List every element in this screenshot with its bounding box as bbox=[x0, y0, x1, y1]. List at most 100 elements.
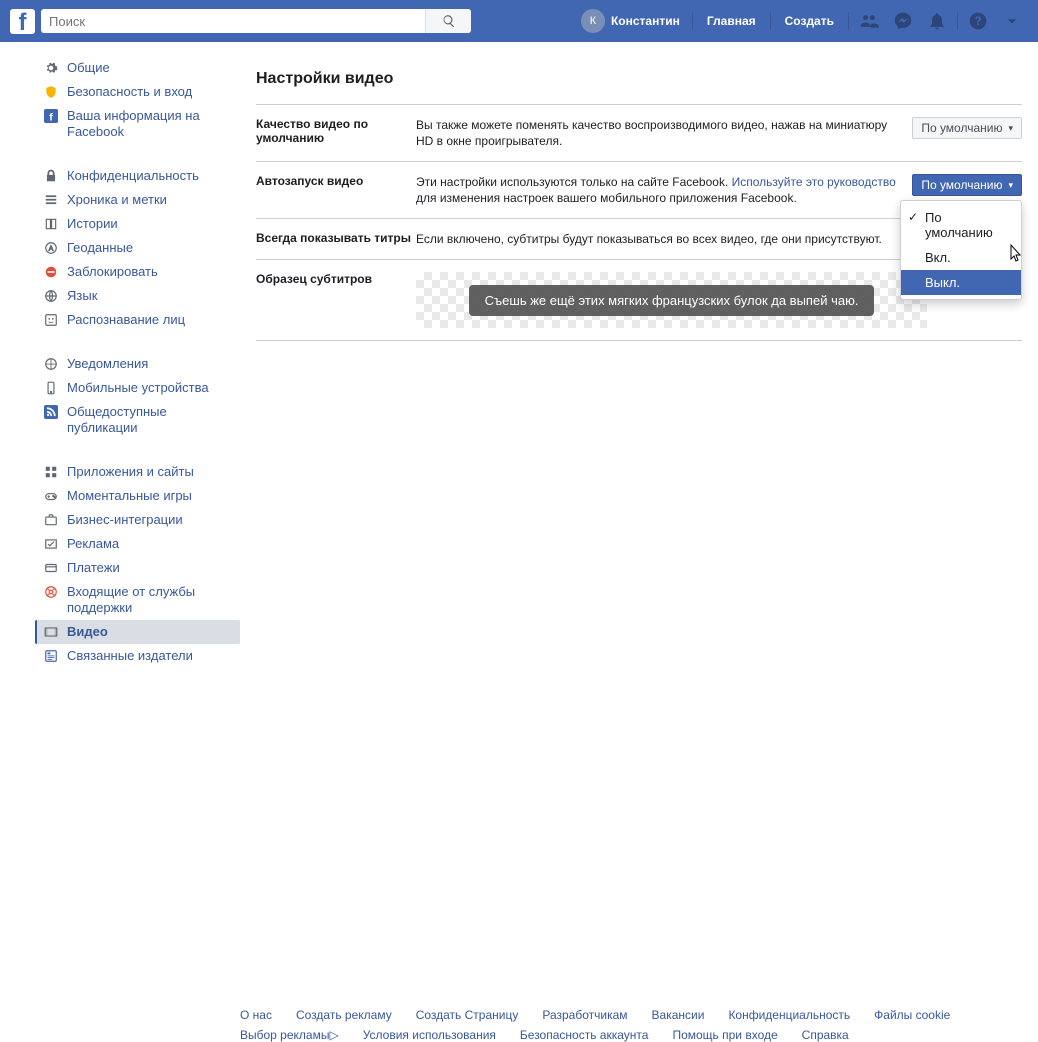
sidebar-item[interactable]: Распознавание лиц bbox=[35, 308, 240, 332]
page-title: Настройки видео bbox=[256, 70, 1022, 88]
settings-main: Настройки видео Качество видео по умолча… bbox=[240, 52, 1038, 688]
sidebar-item[interactable]: Бизнес-интеграции bbox=[35, 508, 240, 532]
sidebar-item[interactable]: Общие bbox=[35, 56, 240, 80]
sidebar-item-label: Ваша информация на Facebook bbox=[67, 108, 234, 140]
search-bar bbox=[41, 9, 471, 33]
quality-dropdown[interactable]: По умолчанию ▾ bbox=[912, 117, 1022, 139]
sidebar-item-label: Моментальные игры bbox=[67, 488, 192, 504]
book-icon bbox=[43, 216, 59, 232]
lock-icon bbox=[43, 168, 59, 184]
setting-label: Качество видео по умолчанию bbox=[256, 117, 416, 145]
search-input[interactable] bbox=[41, 10, 425, 32]
autoplay-dropdown-menu: По умолчанию Вкл. Выкл. bbox=[900, 200, 1022, 300]
footer-link[interactable]: О нас bbox=[240, 1008, 272, 1022]
footer-link[interactable]: Создать рекламу bbox=[296, 1008, 392, 1022]
subtitle-sample: Съешь же ещё этих мягких французских бул… bbox=[416, 272, 927, 328]
sidebar-item-label: Видео bbox=[67, 624, 108, 640]
sidebar-item[interactable]: Платежи bbox=[35, 556, 240, 580]
footer-link[interactable]: Файлы cookie bbox=[874, 1008, 950, 1022]
friends-icon[interactable] bbox=[857, 9, 881, 33]
autoplay-dropdown[interactable]: По умолчанию ▾ bbox=[912, 174, 1022, 196]
caret-down-icon: ▾ bbox=[1008, 180, 1013, 191]
option-on[interactable]: Вкл. bbox=[901, 245, 1021, 270]
search-button[interactable] bbox=[425, 9, 471, 33]
setting-desc: Эти настройки используются только на сай… bbox=[416, 174, 900, 206]
dropdown-caret-icon[interactable] bbox=[1000, 9, 1024, 33]
game-icon bbox=[43, 488, 59, 504]
top-header: f К Константин Главная Создать ? bbox=[0, 0, 1038, 42]
sidebar-item[interactable]: Реклама bbox=[35, 532, 240, 556]
sidebar-item-label: Платежи bbox=[67, 560, 120, 576]
ad-icon bbox=[43, 536, 59, 552]
sidebar-item-label: Бизнес-интеграции bbox=[67, 512, 183, 528]
card-icon bbox=[43, 560, 59, 576]
caption-box: Съешь же ещё этих мягких французских бул… bbox=[469, 285, 875, 316]
setting-desc: Вы также можете поменять качество воспро… bbox=[416, 117, 900, 149]
nav-create[interactable]: Создать bbox=[775, 8, 844, 34]
svg-text:?: ? bbox=[974, 15, 981, 28]
nav-home[interactable]: Главная bbox=[697, 8, 766, 34]
option-off[interactable]: Выкл. bbox=[901, 270, 1021, 295]
notifications-icon[interactable] bbox=[925, 9, 949, 33]
footer-link[interactable]: Безопасность аккаунта bbox=[520, 1028, 649, 1042]
sidebar-item[interactable]: Приложения и сайты bbox=[35, 460, 240, 484]
sidebar-item[interactable]: Заблокировать bbox=[35, 260, 240, 284]
profile-name: Константин bbox=[611, 14, 680, 28]
biz-icon bbox=[43, 512, 59, 528]
profile-link[interactable]: К Константин bbox=[573, 8, 688, 34]
geo-icon: A bbox=[43, 240, 59, 256]
setting-label: Всегда показывать титры bbox=[256, 231, 416, 245]
video-icon bbox=[43, 624, 59, 640]
shield-icon bbox=[43, 84, 59, 100]
sidebar-item[interactable]: Мобильные устройства bbox=[35, 376, 240, 400]
footer-link[interactable]: Помощь при входе bbox=[672, 1028, 777, 1042]
sidebar-item[interactable]: Безопасность и вход bbox=[35, 80, 240, 104]
svg-text:f: f bbox=[49, 112, 53, 123]
sidebar-item[interactable]: Язык bbox=[35, 284, 240, 308]
messenger-icon[interactable] bbox=[891, 9, 915, 33]
footer-link[interactable]: Условия использования bbox=[363, 1028, 496, 1042]
sidebar-item-label: Истории bbox=[67, 216, 118, 232]
sidebar-item-label: Мобильные устройства bbox=[67, 380, 209, 396]
footer-link[interactable]: Выбор рекламы▷ bbox=[240, 1028, 339, 1042]
support-icon bbox=[43, 584, 59, 600]
sidebar-item[interactable]: Видео bbox=[35, 620, 240, 644]
sidebar-item[interactable]: Входящие от службы поддержки bbox=[35, 580, 240, 620]
facebook-logo[interactable]: f bbox=[10, 9, 35, 34]
footer-link[interactable]: Разработчикам bbox=[542, 1008, 627, 1022]
sidebar-item[interactable]: Конфиденциальность bbox=[35, 164, 240, 188]
sidebar-item-label: Безопасность и вход bbox=[67, 84, 192, 100]
sidebar-item[interactable]: f Ваша информация на Facebook bbox=[35, 104, 240, 144]
sidebar-item-label: Общедоступные публикации bbox=[67, 404, 234, 436]
sidebar-item[interactable]: Общедоступные публикации bbox=[35, 400, 240, 440]
footer-link[interactable]: Создать Страницу bbox=[416, 1008, 519, 1022]
guide-link[interactable]: Используйте это руководство bbox=[732, 175, 896, 189]
footer-link[interactable]: Вакансии bbox=[652, 1008, 705, 1022]
sidebar-item[interactable]: Уведомления bbox=[35, 352, 240, 376]
separator bbox=[692, 12, 693, 30]
apps-icon bbox=[43, 464, 59, 480]
sidebar-item-label: Реклама bbox=[67, 536, 119, 552]
rss-icon bbox=[43, 404, 59, 420]
header-right: К Константин Главная Создать ? bbox=[573, 8, 1028, 34]
sidebar-item[interactable]: Связанные издатели bbox=[35, 644, 240, 668]
caret-down-icon: ▾ bbox=[1008, 123, 1013, 134]
sidebar-item[interactable]: Моментальные игры bbox=[35, 484, 240, 508]
sidebar-item-label: Хроника и метки bbox=[67, 192, 167, 208]
footer-link[interactable]: Конфиденциальность bbox=[728, 1008, 850, 1022]
gear-icon bbox=[43, 60, 59, 76]
block-icon bbox=[43, 264, 59, 280]
search-icon bbox=[442, 14, 456, 28]
option-default[interactable]: По умолчанию bbox=[901, 205, 1021, 245]
setting-row-quality: Качество видео по умолчанию Вы также мож… bbox=[256, 104, 1022, 161]
lang-icon bbox=[43, 288, 59, 304]
footer-link[interactable]: Справка bbox=[802, 1028, 849, 1042]
mobile-icon bbox=[43, 380, 59, 396]
sidebar-item-label: Входящие от службы поддержки bbox=[67, 584, 234, 616]
help-icon[interactable]: ? bbox=[966, 9, 990, 33]
settings-sidebar: Общие Безопасность и вход f Ваша информация… bbox=[35, 52, 240, 688]
sidebar-item[interactable]: Хроника и метки bbox=[35, 188, 240, 212]
sidebar-item-label: Язык bbox=[67, 288, 97, 304]
sidebar-item[interactable]: AГеоданные bbox=[35, 236, 240, 260]
sidebar-item[interactable]: Истории bbox=[35, 212, 240, 236]
